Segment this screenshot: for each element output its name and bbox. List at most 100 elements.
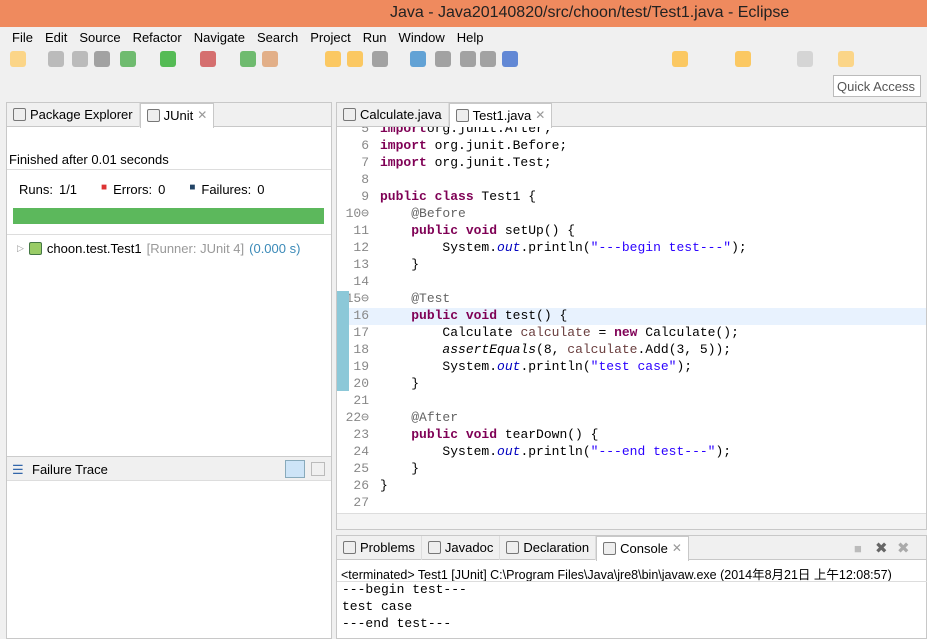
change-ruler xyxy=(337,291,349,391)
tab-icon xyxy=(455,109,469,122)
line-number: 26 xyxy=(353,478,369,493)
toolbar-button-icon[interactable] xyxy=(94,51,110,67)
menu-project[interactable]: Project xyxy=(304,27,356,47)
code-line: 17 Calculate calculate = new Calculate()… xyxy=(337,325,926,342)
tab-junit[interactable]: JUnit ✕ xyxy=(139,103,215,128)
code-line: 13 } xyxy=(337,257,926,274)
toolbar-button-icon[interactable] xyxy=(72,51,88,67)
toolbar-button-icon[interactable] xyxy=(410,51,426,67)
close-icon[interactable]: ✕ xyxy=(535,108,545,128)
toolbar-button-icon[interactable] xyxy=(262,51,278,67)
code-line: 21 xyxy=(337,393,926,410)
toolbar-button-icon[interactable] xyxy=(735,51,751,67)
toolbar-button-icon[interactable] xyxy=(480,51,496,67)
line-text: import org.junit.Test; xyxy=(380,155,552,170)
code-token: Calculate xyxy=(380,325,521,340)
toolbar-button-icon[interactable] xyxy=(10,51,26,67)
line-number: 8 xyxy=(361,172,369,187)
toolbar-button-icon[interactable] xyxy=(240,51,256,67)
toolbar-button-icon[interactable] xyxy=(200,51,216,67)
tab-label: Calculate.java xyxy=(360,107,442,122)
expand-icon[interactable]: ▷ xyxy=(17,243,24,256)
tab-console[interactable]: Console ✕ xyxy=(596,536,689,561)
line-number: 10⊖ xyxy=(345,206,369,221)
tab-icon xyxy=(603,542,617,555)
tab-icon xyxy=(427,541,441,554)
tab-javadoc[interactable]: Javadoc xyxy=(422,536,501,560)
code-line: 19 System.out.println("test case"); xyxy=(337,359,926,376)
code-token: new xyxy=(614,325,638,340)
code-token: .println( xyxy=(520,359,591,374)
code-line: 20 } xyxy=(337,376,926,393)
console-line: ---begin test--- xyxy=(342,582,467,597)
close-icon[interactable]: ✕ xyxy=(197,108,207,128)
line-text: System.out.println("---end test---"); xyxy=(380,444,731,459)
line-number: 27 xyxy=(353,495,369,510)
compare-button[interactable] xyxy=(311,462,325,476)
code-line: 9 public class Test1 { xyxy=(337,189,926,206)
menu-edit[interactable]: Edit xyxy=(39,27,73,47)
quick-access-input[interactable]: Quick Access xyxy=(833,75,921,97)
code-token: out xyxy=(497,444,521,459)
code-line: 16 public void test() { xyxy=(337,308,926,325)
tab-package-explorer[interactable]: Package Explorer xyxy=(7,103,140,127)
code-area[interactable]: 5 importorg.junit.After; 6 import org.junit… xyxy=(337,127,926,513)
remove-all-icon[interactable]: ✖ xyxy=(897,539,910,557)
left-tabs: Package Explorer JUnit ✕ xyxy=(7,103,331,128)
code-editor: Calculate.java Test1.java ✕ 5 importorg.jun… xyxy=(336,102,927,530)
code-token: test() { xyxy=(497,308,568,323)
close-icon[interactable]: ✕ xyxy=(672,541,682,561)
line-text: Calculate calculate = new Calculate(); xyxy=(380,325,738,340)
menu-file[interactable]: File xyxy=(6,27,39,47)
filter-stack-button[interactable] xyxy=(285,460,305,478)
toolbar-button-icon[interactable] xyxy=(502,51,518,67)
line-text: } xyxy=(380,478,388,493)
menu-refactor[interactable]: Refactor xyxy=(127,27,188,47)
tab-calculate-java[interactable]: Calculate.java xyxy=(337,103,449,127)
menu-navigate[interactable]: Navigate xyxy=(188,27,251,47)
code-token: "test case" xyxy=(590,359,677,374)
horizontal-scrollbar[interactable] xyxy=(337,513,926,529)
toolbar-button-icon[interactable] xyxy=(347,51,363,67)
error-icon: ■ xyxy=(101,182,108,193)
code-line: 27 xyxy=(337,495,926,512)
line-text: public class Test1 { xyxy=(380,189,536,204)
code-token: public class xyxy=(380,189,474,204)
code-token: org.junit.Test; xyxy=(426,155,552,170)
test-tree-item[interactable]: ▷ choon.test.Test1 [Runner: JUnit 4] (0.… xyxy=(17,241,300,256)
tab-label: Package Explorer xyxy=(30,107,133,122)
toolbar-button-icon[interactable] xyxy=(435,51,451,67)
menu-run[interactable]: Run xyxy=(357,27,393,47)
tab-test1-java[interactable]: Test1.java ✕ xyxy=(448,103,553,128)
code-line: 23 public void tearDown() { xyxy=(337,427,926,444)
toolbar-button-icon[interactable] xyxy=(120,51,136,67)
menu-source[interactable]: Source xyxy=(73,27,126,47)
menu-window[interactable]: Window xyxy=(393,27,451,47)
toolbar-button-icon[interactable] xyxy=(460,51,476,67)
toolbar-button-icon[interactable] xyxy=(797,51,813,67)
line-number: 12 xyxy=(353,240,369,255)
menu-help[interactable]: Help xyxy=(451,27,490,47)
code-token: org.junit.Before; xyxy=(426,138,568,153)
toolbar-button-icon[interactable] xyxy=(160,51,176,67)
menu-search[interactable]: Search xyxy=(251,27,304,47)
junit-counters: Runs: 1/1 ■ Errors: 0 ■ Failures: 0 xyxy=(19,182,264,197)
tab-problems[interactable]: Problems xyxy=(337,536,422,560)
terminate-icon[interactable]: ■ xyxy=(854,541,862,556)
code-token: out xyxy=(497,359,521,374)
code-line: 12 System.out.println("---begin test---"… xyxy=(337,240,926,257)
remove-launch-icon[interactable]: ✖ xyxy=(875,539,888,557)
code-token: .Add(3, 5)); xyxy=(637,342,732,357)
toolbar-button-icon[interactable] xyxy=(48,51,64,67)
code-token: org.junit.After; xyxy=(426,127,552,136)
code-token: @After xyxy=(411,410,459,425)
progress-bar xyxy=(13,208,324,224)
toolbar-button-icon[interactable] xyxy=(838,51,854,67)
tab-declaration[interactable]: Declaration xyxy=(500,536,597,560)
code-token: .println( xyxy=(520,240,591,255)
toolbar-button-icon[interactable] xyxy=(672,51,688,67)
toolbar-button-icon[interactable] xyxy=(372,51,388,67)
toolbar-button-icon[interactable] xyxy=(325,51,341,67)
